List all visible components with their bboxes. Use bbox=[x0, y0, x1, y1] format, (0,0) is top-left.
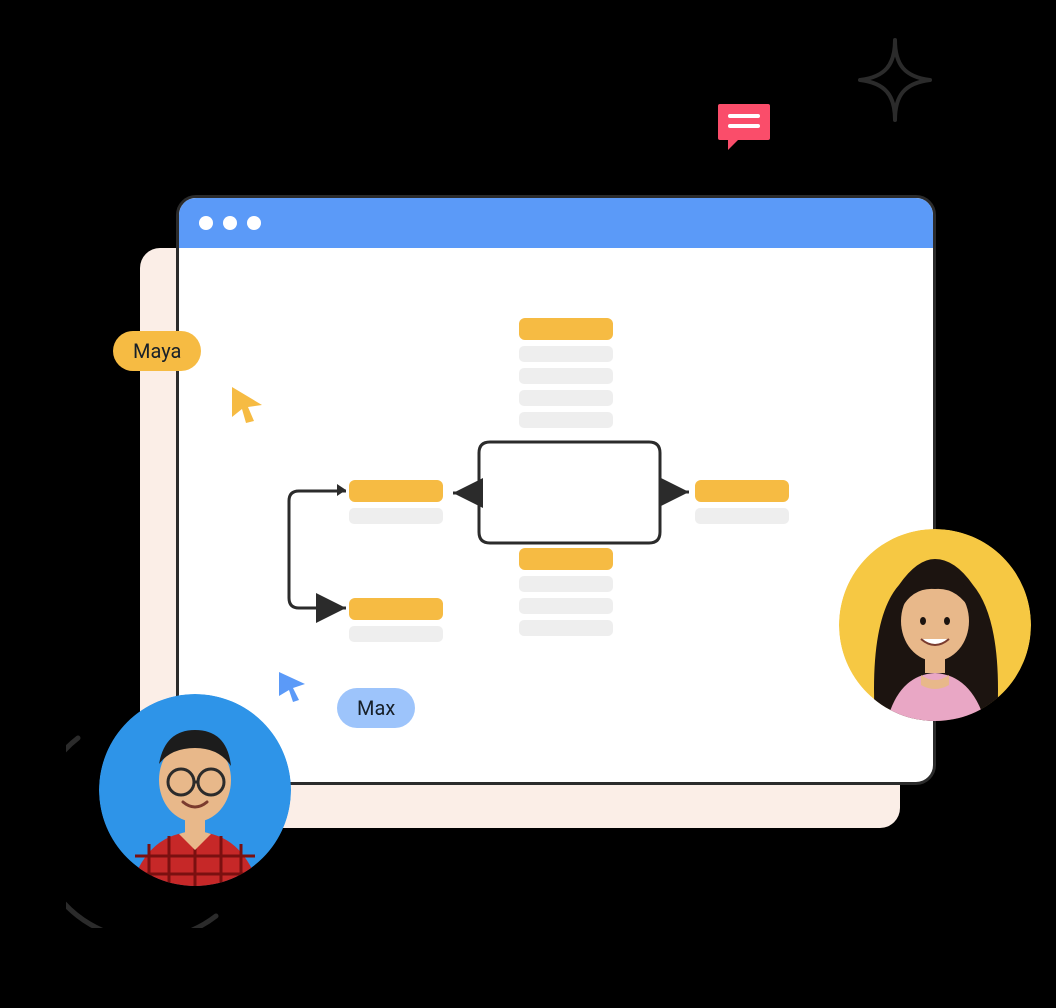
window-control-dot[interactable] bbox=[247, 216, 261, 230]
cursor-pointer-maya bbox=[228, 383, 268, 429]
user-name-label: Maya bbox=[133, 339, 181, 363]
window-titlebar bbox=[179, 198, 933, 248]
window-control-dot[interactable] bbox=[199, 216, 213, 230]
diagram-node-left-2[interactable] bbox=[349, 598, 443, 648]
diagram-node-left-1[interactable] bbox=[349, 480, 443, 530]
avatar-user-maya bbox=[839, 529, 1031, 721]
chat-bubble-icon bbox=[716, 102, 772, 158]
sparkle-icon bbox=[855, 35, 935, 129]
diagram-node-bottom[interactable] bbox=[519, 548, 613, 642]
window-control-dot[interactable] bbox=[223, 216, 237, 230]
user-cursor-label-maya: Maya bbox=[113, 331, 201, 371]
cursor-pointer-max bbox=[275, 668, 309, 708]
user-cursor-label-max: Max bbox=[337, 688, 415, 728]
avatar-arc-decoration bbox=[66, 728, 276, 932]
user-name-label: Max bbox=[357, 696, 395, 720]
diagram-node-right[interactable] bbox=[695, 480, 789, 530]
diagram-node-top[interactable] bbox=[519, 318, 613, 434]
